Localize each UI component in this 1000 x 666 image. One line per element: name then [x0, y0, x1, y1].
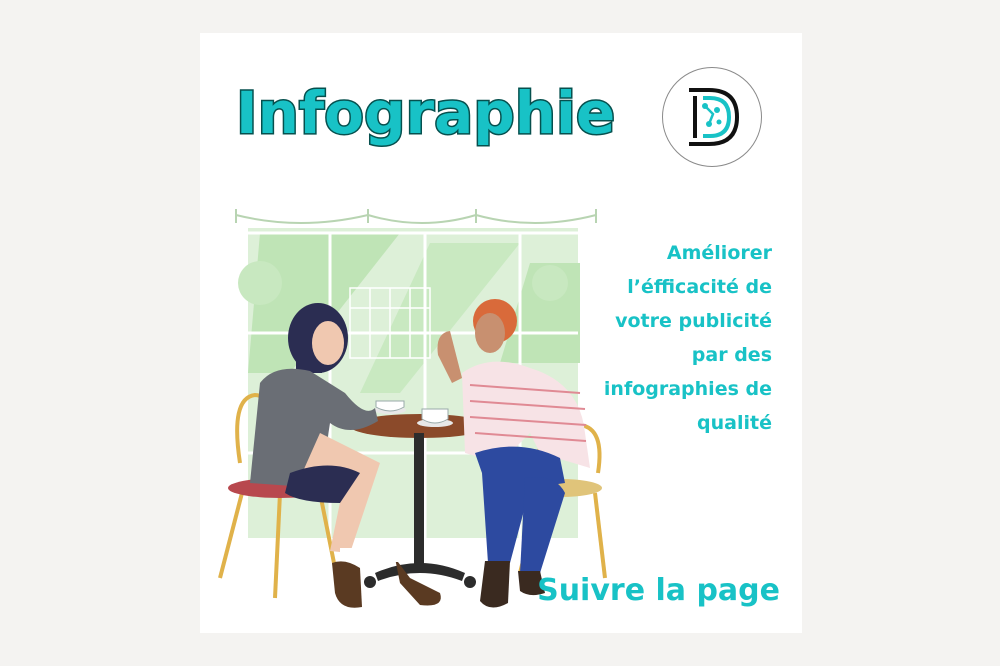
post-card: Infographie Améliorer l’éfficacité de vo… — [200, 33, 802, 633]
tagline-line: infographies de — [603, 378, 772, 400]
awning — [235, 209, 597, 224]
tagline-line: Améliorer — [666, 242, 772, 264]
page-title: Infographie — [234, 78, 616, 149]
tagline-line: l’éfficacité de — [627, 276, 772, 298]
follow-page-cta[interactable]: Suivre la page — [537, 573, 780, 609]
tagline-line: qualité — [697, 412, 772, 434]
brand-logo — [662, 67, 762, 167]
tagline-line: votre publicité — [615, 310, 772, 332]
stylized-d-circuit-logo-icon — [689, 88, 740, 146]
tagline-line: par des — [691, 344, 772, 366]
tagline: Améliorer l’éfficacité de votre publicit… — [552, 236, 772, 440]
